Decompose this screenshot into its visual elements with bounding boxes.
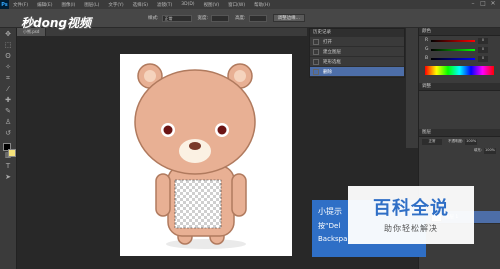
history-brush-icon[interactable]: ↺ — [3, 128, 14, 138]
document-canvas[interactable] — [120, 54, 292, 256]
history-label: 建立图层 — [323, 49, 341, 55]
history-panel: 历史记录 打开 建立图层 矩形选框 删除 — [309, 28, 405, 78]
video-watermark: 秒dong视频 — [21, 16, 91, 30]
eyedropper-icon[interactable]: ⁄ — [3, 84, 14, 94]
bear-right-pupil — [217, 125, 227, 135]
history-label: 打开 — [323, 39, 332, 45]
history-label: 删除 — [323, 69, 332, 75]
adjustment-icons — [419, 91, 500, 129]
panel-dock-icons — [406, 28, 418, 148]
bear-shadow — [166, 239, 246, 249]
width-input[interactable] — [211, 14, 230, 22]
brush-tool-icon[interactable]: ✎ — [3, 106, 14, 116]
style-label: 样式: — [148, 16, 159, 21]
menu-view[interactable]: 视图(V) — [204, 2, 220, 8]
width-label: 宽度: — [197, 16, 209, 21]
type-tool-icon[interactable]: T — [3, 161, 14, 171]
channel-value[interactable]: 0 — [478, 46, 488, 53]
healing-brush-icon[interactable]: ✚ — [3, 95, 14, 105]
height-input[interactable] — [248, 14, 267, 22]
color-slider-r[interactable]: R 0 — [419, 36, 500, 45]
stamp-tool-icon[interactable]: ♙ — [3, 117, 14, 127]
color-slider-g[interactable]: G 0 — [419, 45, 500, 54]
history-item-marquee[interactable]: 矩形选框 — [310, 57, 404, 67]
menu-type[interactable]: 文字(Y) — [108, 2, 123, 8]
bear-nose — [189, 142, 201, 150]
menu-help[interactable]: 帮助(H) — [254, 2, 270, 8]
fill-input[interactable]: 100% — [484, 147, 496, 154]
bear-right-ear-inner — [234, 70, 246, 82]
bear-left-arm — [155, 173, 171, 217]
color-spectrum[interactable] — [425, 66, 494, 75]
menu-bar: Ps 文件(F) 编辑(E) 图像(I) 图层(L) 文字(Y) 选择(S) 滤… — [0, 0, 500, 9]
history-title: 历史记录 — [310, 29, 404, 37]
menu-window[interactable]: 窗口(W) — [228, 2, 245, 8]
adjustments-panel-title: 调整 — [419, 83, 500, 91]
slider-track[interactable] — [431, 48, 475, 51]
bear-right-arm — [231, 173, 247, 217]
slider-track[interactable] — [431, 39, 475, 42]
history-snapshot-icon — [313, 48, 319, 55]
bear-illustration — [134, 63, 256, 249]
logo-sub-text: 助你轻松解决 — [384, 224, 438, 233]
logo-main-text: 百科全说 — [373, 198, 449, 219]
menu-image[interactable]: 图像(I) — [61, 2, 75, 8]
history-snapshot-icon — [313, 38, 319, 45]
move-tool-icon[interactable]: ✥ — [3, 29, 14, 39]
close-icon[interactable]: ✕ — [488, 0, 498, 8]
background-color-swatch[interactable] — [8, 149, 16, 157]
deleted-selection-area — [174, 179, 222, 229]
history-snapshot-icon — [313, 68, 319, 75]
baike-logo: 百科全说 助你轻松解决 — [348, 186, 474, 244]
marquee-tool-icon[interactable]: ⬚ — [3, 40, 14, 50]
crop-tool-icon[interactable]: ⌗ — [3, 73, 14, 83]
history-item-delete[interactable]: 删除 — [310, 67, 404, 77]
maximize-icon[interactable]: □ — [478, 0, 488, 8]
history-snapshot-icon — [313, 58, 319, 65]
style-select[interactable]: 正常 — [161, 14, 192, 22]
opacity-label: 不透明度: — [448, 139, 464, 143]
color-slider-b[interactable]: B 0 — [419, 54, 500, 63]
channel-value[interactable]: 0 — [478, 55, 488, 62]
menu-layer[interactable]: 图层(L) — [84, 2, 99, 8]
opacity-input[interactable]: 100% — [465, 138, 478, 145]
history-label: 矩形选框 — [323, 59, 341, 65]
blend-mode-row: 正常 不透明度: 100% — [419, 137, 500, 146]
fill-row: 填充: 100% — [419, 146, 500, 155]
menu-edit[interactable]: 编辑(E) — [37, 2, 52, 8]
refine-edge-button[interactable]: 调整边缘... — [272, 14, 305, 22]
menu-file[interactable]: 文件(F) — [13, 2, 28, 8]
menu-select[interactable]: 选择(S) — [133, 2, 148, 8]
layers-panel-title: 图层 — [419, 129, 500, 137]
fill-label: 填充: — [473, 148, 482, 152]
minimize-icon[interactable]: – — [468, 0, 478, 8]
photoshop-logo: Ps — [0, 0, 9, 9]
menu-3d[interactable]: 3D(D) — [181, 2, 194, 7]
history-item-open[interactable]: 打开 — [310, 37, 404, 47]
path-select-icon[interactable]: ➤ — [3, 172, 14, 182]
channel-value[interactable]: 0 — [478, 37, 488, 44]
window-controls: – □ ✕ — [468, 0, 498, 8]
color-panel-title: 颜色 — [419, 28, 500, 36]
menu-filter[interactable]: 滤镜(T) — [157, 2, 172, 8]
bear-left-pupil — [163, 125, 173, 135]
blend-mode-select[interactable]: 正常 — [422, 138, 442, 145]
bear-left-ear-inner — [144, 70, 156, 82]
lasso-tool-icon[interactable]: ʘ — [3, 51, 14, 61]
height-label: 高度: — [235, 16, 246, 21]
history-item-new-layer[interactable]: 建立图层 — [310, 47, 404, 57]
slider-track[interactable] — [431, 57, 475, 60]
magic-wand-icon[interactable]: ✧ — [3, 62, 14, 72]
